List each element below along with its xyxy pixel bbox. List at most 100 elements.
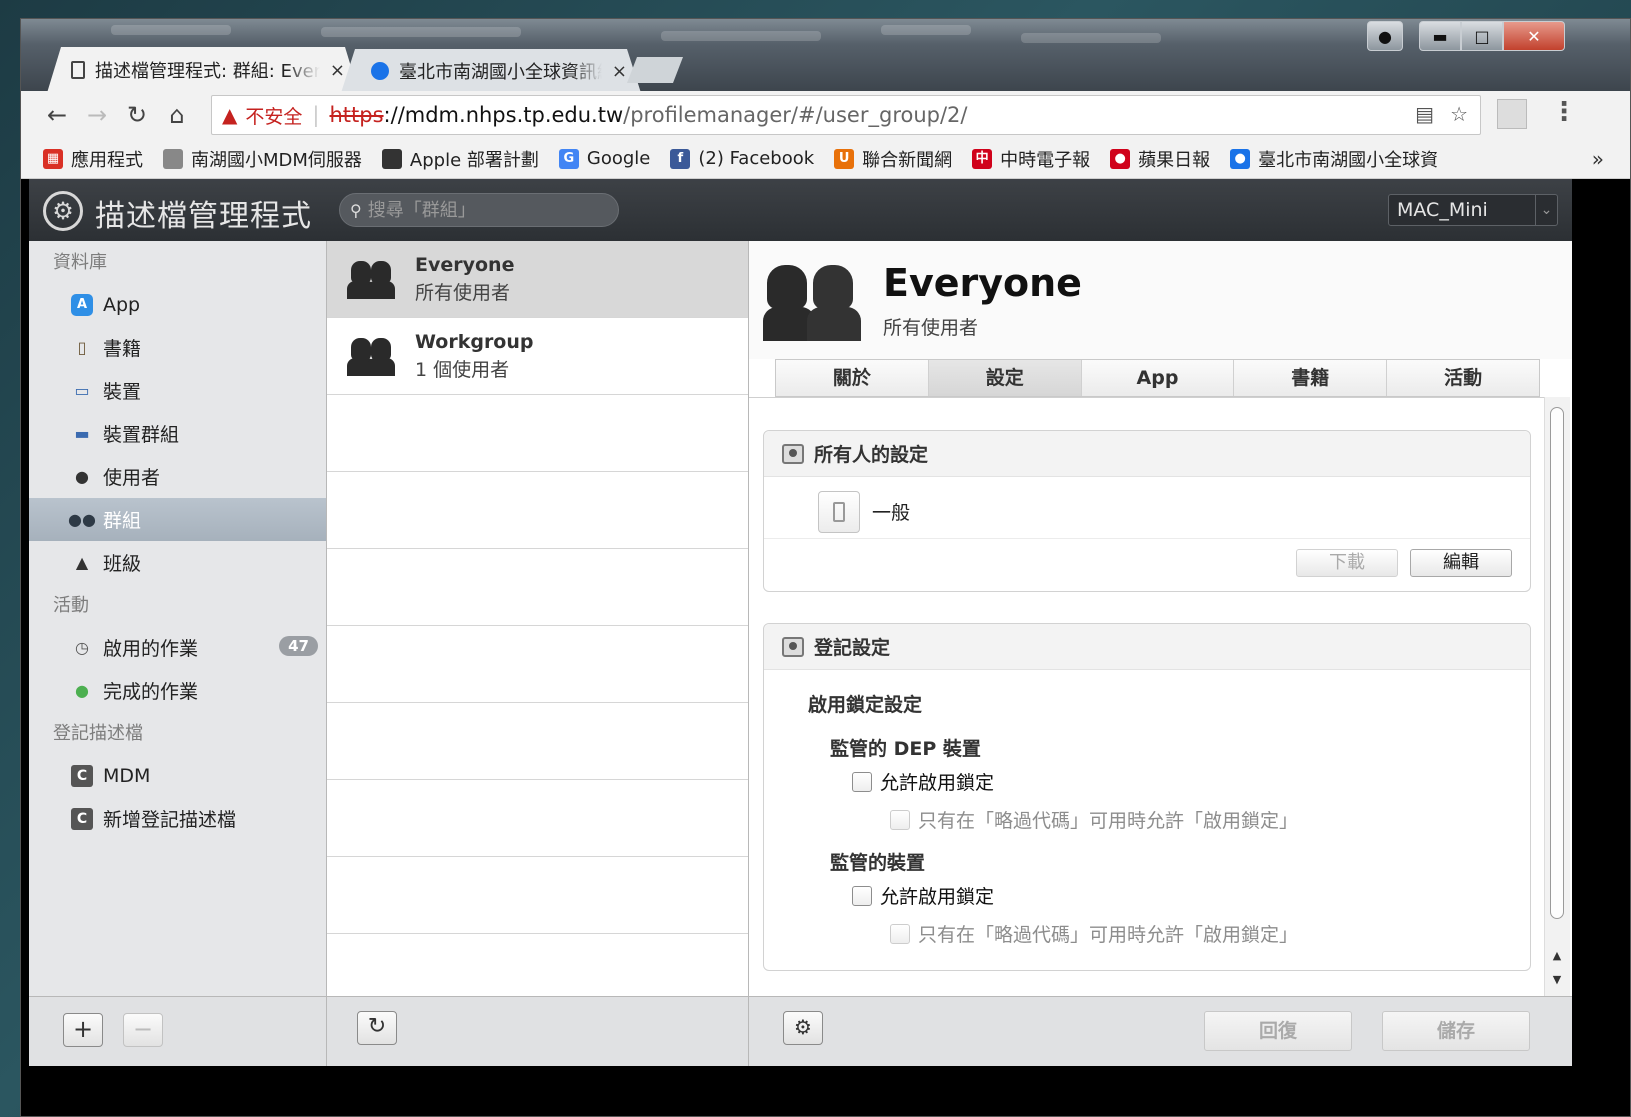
download-button[interactable]: 下載 bbox=[1296, 549, 1398, 577]
bookmark-label: 中時電子報 bbox=[1000, 149, 1091, 171]
checkbox-label: 允許啟用鎖定 bbox=[880, 772, 995, 794]
close-window-button[interactable]: ✕ bbox=[1503, 21, 1565, 51]
sidebar-item[interactable]: ▲ 班級 bbox=[29, 541, 326, 584]
minimize-button[interactable]: ▬ bbox=[1419, 21, 1461, 51]
sidebar-item[interactable]: C 新增登記描述檔 bbox=[29, 797, 326, 840]
server-select[interactable]: MAC_Mini ⌄ bbox=[1388, 194, 1558, 226]
warning-icon: ▲ bbox=[222, 103, 238, 127]
tab-profile-manager[interactable]: 描述檔管理程式: 群組: Everyone × bbox=[47, 47, 359, 93]
title-bar: ● ▬ □ ✕ 描述檔管理程式: 群組: Everyone × 臺北市南湖國小全… bbox=[21, 19, 1630, 91]
gear-icon[interactable]: ⚙ bbox=[783, 1011, 823, 1045]
sidebar-item[interactable]: ▯ 書籍 bbox=[29, 326, 326, 369]
bookmark-item[interactable]: ▦ 應用程式 bbox=[43, 146, 143, 172]
bookmark-item[interactable]: G Google bbox=[558, 148, 650, 169]
tab-close-icon[interactable]: × bbox=[612, 61, 627, 82]
url-host: ://mdm.nhps.tp.edu.tw bbox=[383, 103, 624, 127]
list-item bbox=[327, 857, 748, 934]
list-item[interactable]: Everyone 所有使用者 bbox=[327, 241, 748, 318]
sidebar-item-label: MDM bbox=[103, 764, 151, 787]
bookmark-item[interactable]: Apple 部署計劃 bbox=[381, 146, 539, 172]
back-icon[interactable]: ← bbox=[37, 101, 77, 129]
forward-icon[interactable]: → bbox=[77, 101, 117, 129]
count-badge: 47 bbox=[279, 636, 318, 656]
apple-daily-icon: ● bbox=[1110, 148, 1131, 169]
supervised-bypass-checkbox[interactable]: 只有在「略過代碼」可用時允許「啟用鎖定」 bbox=[890, 920, 1298, 947]
clock-icon: ◷ bbox=[75, 638, 89, 657]
sidebar-item-label: 啟用的作業 bbox=[103, 638, 199, 660]
address-bar[interactable]: ▲ 不安全 | https ://mdm.nhps.tp.edu.tw /pro… bbox=[211, 95, 1481, 135]
sidebar-item-label: 完成的作業 bbox=[103, 681, 199, 703]
checkbox[interactable] bbox=[890, 809, 910, 830]
list-item bbox=[327, 472, 748, 549]
scroll-down-icon[interactable]: ▼ bbox=[1550, 973, 1564, 986]
checkbox[interactable] bbox=[852, 885, 872, 906]
supervised-allow-checkbox[interactable]: 允許啟用鎖定 bbox=[852, 882, 994, 909]
remove-button[interactable]: − bbox=[123, 1013, 163, 1047]
home-icon[interactable]: ⌂ bbox=[157, 101, 197, 129]
list-item bbox=[327, 703, 748, 780]
tab-title: 描述檔管理程式: 群組: Everyone bbox=[95, 61, 320, 82]
maximize-button[interactable]: □ bbox=[1461, 21, 1503, 51]
sidebar-item[interactable]: A App bbox=[29, 283, 326, 326]
payload-general: 一般 bbox=[764, 477, 1530, 539]
security-label: 不安全 bbox=[245, 105, 303, 128]
tab-0[interactable]: 關於 bbox=[776, 360, 929, 396]
sidebar-item[interactable]: ●● 群組 bbox=[29, 498, 326, 541]
search-input[interactable] bbox=[367, 199, 598, 221]
reload-icon[interactable]: ↻ bbox=[117, 101, 157, 129]
sidebar-item[interactable]: ● 完成的作業 bbox=[29, 669, 326, 712]
add-button[interactable]: + bbox=[63, 1013, 103, 1047]
checkbox[interactable] bbox=[852, 771, 872, 792]
checkbox[interactable] bbox=[890, 923, 910, 944]
sidebar-item[interactable]: ▭ 裝置 bbox=[29, 369, 326, 412]
profile-icon[interactable]: ● bbox=[1367, 21, 1403, 51]
save-button[interactable]: 儲存 bbox=[1382, 1011, 1530, 1051]
extension-icon[interactable] bbox=[1497, 99, 1527, 129]
tab-nanhu-school[interactable]: 臺北市南湖國小全球資訊網 × bbox=[341, 49, 641, 93]
tab-2[interactable]: App bbox=[1082, 360, 1235, 396]
app-title: 描述檔管理程式 bbox=[95, 199, 312, 234]
checkbox-label: 只有在「略過代碼」可用時允許「啟用鎖定」 bbox=[918, 924, 1299, 946]
new-tab-button[interactable] bbox=[627, 57, 683, 83]
bookmark-label: 南湖國小MDM伺服器 bbox=[191, 149, 362, 171]
search-box[interactable]: ⚲ bbox=[339, 193, 619, 227]
sidebar-item[interactable]: ● 使用者 bbox=[29, 455, 326, 498]
sidebar-item[interactable]: ▬ 裝置群組 bbox=[29, 412, 326, 455]
dep-allow-checkbox[interactable]: 允許啟用鎖定 bbox=[852, 768, 994, 795]
refresh-button[interactable]: ↻ bbox=[357, 1011, 397, 1045]
bookmarks-overflow-button[interactable]: » bbox=[1592, 147, 1604, 171]
enrollment-panel-title: 登記設定 bbox=[814, 637, 891, 659]
scroll-up-icon[interactable]: ▲ bbox=[1550, 949, 1564, 962]
device-icon: ▭ bbox=[74, 381, 90, 400]
sidebar-item[interactable]: ◷ 啟用的作業 47 bbox=[29, 626, 326, 669]
sidebar-item[interactable]: C MDM bbox=[29, 754, 326, 797]
tab-4[interactable]: 活動 bbox=[1387, 360, 1539, 396]
browser-window: ● ▬ □ ✕ 描述檔管理程式: 群組: Everyone × 臺北市南湖國小全… bbox=[20, 18, 1631, 1117]
vertical-scrollbar[interactable]: ▲ ▼ bbox=[1544, 397, 1570, 996]
apps-grid-icon: ▦ bbox=[43, 148, 63, 169]
bookmark-item[interactable]: ● 臺北市南湖國小全球資 bbox=[1230, 146, 1438, 172]
bookmark-item[interactable]: 南湖國小MDM伺服器 bbox=[163, 146, 362, 172]
bookmark-item[interactable]: ● 蘋果日報 bbox=[1110, 146, 1210, 172]
list-item[interactable]: Workgroup 1 個使用者 bbox=[327, 318, 748, 395]
edit-button[interactable]: 編輯 bbox=[1410, 549, 1512, 577]
enrollment-profile-icon: C bbox=[71, 807, 93, 830]
dep-bypass-checkbox[interactable]: 只有在「略過代碼」可用時允許「啟用鎖定」 bbox=[890, 806, 1298, 833]
bookmark-item[interactable]: 中中時電子報 bbox=[972, 146, 1090, 172]
general-payload-icon bbox=[818, 490, 860, 533]
tab-3[interactable]: 書籍 bbox=[1234, 360, 1388, 396]
bookmark-item[interactable]: f (2) Facebook bbox=[670, 148, 814, 169]
scroll-thumb[interactable] bbox=[1550, 407, 1564, 919]
checkbox-label: 只有在「略過代碼」可用時允許「啟用鎖定」 bbox=[918, 810, 1299, 832]
revert-button[interactable]: 回復 bbox=[1204, 1011, 1352, 1051]
group-icon: ●● bbox=[68, 510, 96, 529]
bookmark-star-icon[interactable]: ☆ bbox=[1450, 102, 1468, 126]
bookmark-item[interactable]: U 聯合新聞網 bbox=[834, 146, 952, 172]
tab-1[interactable]: 設定 bbox=[928, 360, 1082, 396]
sidebar-item-label: 新增登記描述檔 bbox=[103, 809, 237, 831]
tab-close-icon[interactable]: × bbox=[330, 60, 345, 81]
translate-icon[interactable]: ▤ bbox=[1415, 102, 1434, 126]
settings-content: 所有人的設定 一般 下載 編輯 登記設定 啟用鎖定設定 監管的 DEP 裝置 允… bbox=[749, 397, 1544, 996]
browser-menu-icon[interactable]: ⋮ bbox=[1551, 97, 1577, 127]
payload-label: 一般 bbox=[872, 502, 911, 524]
